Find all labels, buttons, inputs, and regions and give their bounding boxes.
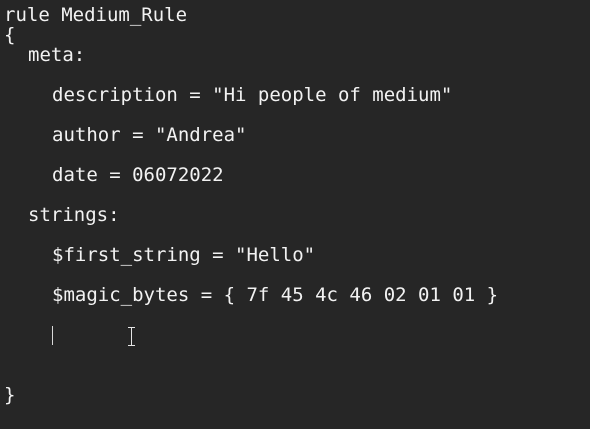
meta-section-label: meta: [28,44,86,66]
code-editor[interactable]: rule Medium_Rule { meta: description = "… [0,0,590,429]
author-line: author = "Andrea" [52,124,247,146]
first-string-line: $first_string = "Hello" [52,244,316,266]
rule-header-line: rule Medium_Rule [4,4,188,26]
strings-section-label: strings: [28,204,120,226]
text-cursor-ibeam-icon [126,327,137,346]
text-caret [52,326,53,345]
magic-bytes-line: $magic_bytes = { 7f 45 4c 46 02 01 01 } [52,284,499,306]
open-brace-line: { [4,24,16,46]
description-line: description = "Hi people of medium" [52,84,453,106]
date-line: date = 06072022 [52,164,224,186]
close-brace-line: } [4,384,16,406]
